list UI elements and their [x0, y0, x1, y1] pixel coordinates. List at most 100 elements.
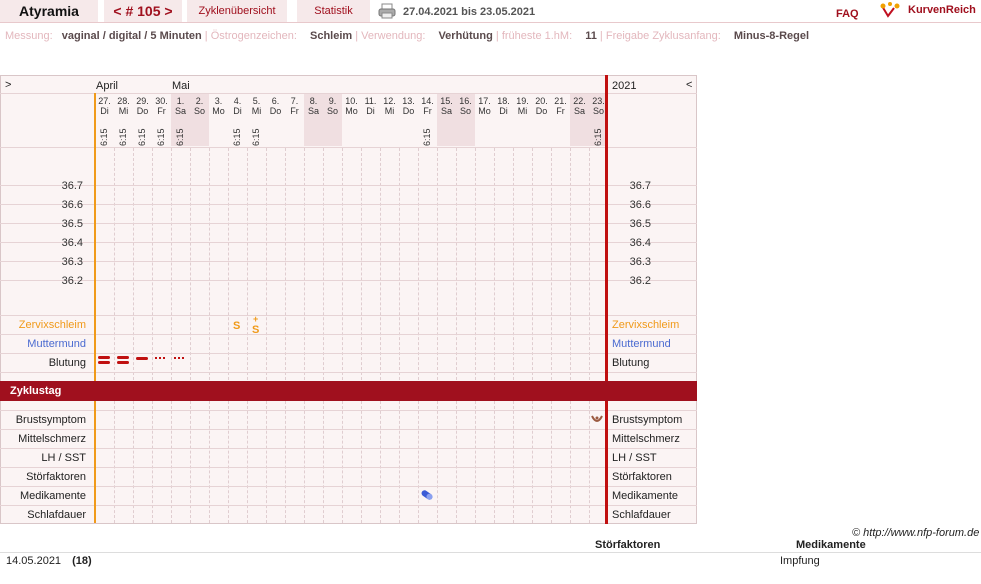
day-weekday: Sa: [174, 106, 186, 116]
day-weekday: Do: [402, 106, 415, 116]
bleeding-medium-icon: [136, 357, 148, 360]
cycle-number: < # 105 >: [113, 3, 173, 19]
row-label-bottom-right: Störfaktoren: [612, 471, 672, 483]
date-range: 27.04.2021 bis 23.05.2021: [403, 6, 536, 18]
grid-hline: [0, 223, 697, 224]
estrogen-label: Östrogenzeichen:: [210, 30, 297, 42]
brand-name[interactable]: KurvenReich: [908, 4, 976, 16]
day-number: 22.: [573, 96, 586, 106]
measure-time: 6:15: [175, 128, 185, 146]
bleeding-heavy-icon: [117, 361, 129, 364]
grid-vline: [209, 148, 210, 380]
day-weekday: Fr: [423, 106, 432, 116]
day-number: 12.: [383, 96, 396, 106]
temp-label-right: 36.2: [629, 275, 651, 287]
cervix-mark-d8: S: [233, 320, 241, 332]
row-label-mouth-right: Muttermund: [612, 338, 671, 350]
grid-hline: [0, 147, 697, 148]
row-cycle-day: (18): [72, 555, 92, 567]
nav-next[interactable]: <: [686, 79, 692, 91]
day-number: 4.: [233, 96, 242, 106]
col-header-medi: Medikamente: [796, 539, 866, 551]
day-weekday: Mo: [345, 106, 358, 116]
top-divider: [0, 22, 981, 23]
grid-vline: [418, 148, 419, 380]
measure-time: 6:15: [232, 128, 242, 146]
grid-vline: [551, 148, 552, 380]
day-number: 30.: [155, 96, 168, 106]
grid-hline: [0, 467, 697, 468]
grid-vline: [114, 148, 115, 380]
grid-hline: [0, 372, 697, 373]
grid-hline: [0, 505, 697, 506]
day-weekday: Sa: [440, 106, 452, 116]
grid-vline: [323, 148, 324, 380]
day-weekday: Do: [535, 106, 548, 116]
bleeding-heavy-icon: [98, 356, 110, 359]
day-number: 3.: [214, 96, 223, 106]
earliest-value: 11: [585, 30, 597, 42]
grid-vline: [247, 148, 248, 380]
grid-vline: [342, 148, 343, 380]
footer-divider: [0, 552, 981, 553]
grid-vline: [532, 148, 533, 380]
tab-statistics[interactable]: Statistik: [297, 0, 370, 22]
temp-label-right: 36.6: [629, 199, 651, 211]
row-label-bottom: Medikamente: [19, 490, 86, 502]
grid-vline: [399, 148, 400, 380]
grid-hline: [0, 280, 697, 281]
medication-pill-icon[interactable]: [420, 490, 434, 500]
measure-time: 6:15: [156, 128, 166, 146]
day-number: 21.: [554, 96, 567, 106]
day-weekday: Fr: [556, 106, 565, 116]
cycle-end-line: [605, 75, 608, 524]
print-icon[interactable]: [378, 3, 396, 19]
bleeding-spot-icon: [155, 357, 157, 359]
day-weekday: So: [459, 106, 471, 116]
day-weekday: Sa: [573, 106, 585, 116]
grid-vline: [475, 148, 476, 380]
day-weekday: Mi: [517, 106, 528, 116]
day-weekday: Fr: [290, 106, 299, 116]
usage-label: Verwendung:: [361, 30, 426, 42]
day-number: 7.: [290, 96, 299, 106]
cervix-plus-d9: +: [253, 314, 259, 324]
grid-vline: [589, 148, 590, 380]
faq-link[interactable]: FAQ: [836, 8, 859, 20]
day-number: 28.: [117, 96, 130, 106]
bleeding-spot-icon: [182, 357, 184, 359]
grid-vline: [190, 148, 191, 380]
row-label-bottom: Brustsymptom: [15, 414, 86, 426]
grid-vline: [570, 148, 571, 380]
row-label-bottom-right: Brustsymptom: [612, 414, 683, 426]
cycle-start-line: [94, 93, 96, 523]
grid-vline: [380, 148, 381, 380]
row-label-mouth: Muttermund: [27, 338, 86, 350]
breast-symptom-icon: [591, 414, 603, 424]
bleeding-spot-icon: [159, 357, 161, 359]
day-weekday: Mo: [212, 106, 225, 116]
bleeding-spot-icon: [174, 357, 176, 359]
grid-hline: [0, 410, 697, 411]
grid-hline: [0, 429, 697, 430]
measure-time: 6:15: [137, 128, 147, 146]
cycle-nav[interactable]: < # 105 >: [104, 0, 182, 22]
grid-vline: [456, 148, 457, 380]
usage-value: Verhütung: [438, 30, 493, 42]
copyright: © http://www.nfp-forum.de: [852, 527, 980, 539]
grid-vline: [266, 148, 267, 380]
tab-overview[interactable]: Zyklenübersicht: [187, 0, 287, 22]
grid-vline: [133, 148, 134, 380]
row-label-bottom-right: Medikamente: [612, 490, 679, 502]
day-weekday: So: [193, 106, 205, 116]
row-label-bottom-right: LH / SST: [612, 452, 657, 464]
day-weekday: Di: [100, 106, 109, 116]
user-tab[interactable]: Atyramia: [0, 0, 98, 22]
day-weekday: So: [592, 106, 604, 116]
nav-prev[interactable]: >: [5, 79, 11, 91]
grid-vline: [152, 148, 153, 380]
day-weekday: So: [326, 106, 338, 116]
measure-value: vaginal / digital / 5 Minuten: [61, 30, 202, 42]
day-number: 14.: [421, 96, 434, 106]
grid-hline: [0, 486, 697, 487]
